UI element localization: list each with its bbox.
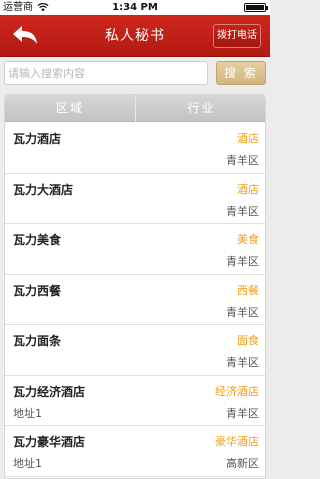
tab-region[interactable]: 区域 [5,95,135,122]
filter-tabs: 区域 行业 [5,95,265,122]
search-button[interactable]: 搜 索 [216,61,266,85]
item-category: 豪华酒店 [215,435,259,448]
item-name: 瓦力大酒店 [13,182,74,197]
list-item[interactable]: 瓦力豪华酒店 豪华酒店 地址1 高新区 [5,426,265,477]
item-category: 经济酒店 [215,384,259,398]
list-item[interactable]: 瓦力西餐 西餐 青羊区 [5,275,265,325]
item-category: 酒店 [237,132,259,145]
item-address: 地址1 [13,406,42,420]
list-item[interactable]: 瓦力经济酒店 经济酒店 地址1 青羊区 [5,376,265,426]
list-item[interactable]: 瓦力大酒店 酒店 青羊区 [5,174,265,224]
page-title: 私人秘书 [105,28,165,44]
item-district: 青羊区 [226,356,259,369]
item-category: 美食 [237,233,259,246]
item-district: 青羊区 [226,305,259,319]
call-button[interactable]: 拨打电话 [213,24,261,48]
item-district: 青羊区 [226,154,259,167]
results-card: 区域 行业 瓦力酒店 酒店 青羊区 瓦力大酒店 酒店 青羊区 瓦力美食 美食 青… [4,94,266,479]
item-category: 西餐 [237,283,259,297]
results-list: 瓦力酒店 酒店 青羊区 瓦力大酒店 酒店 青羊区 瓦力美食 美食 青羊区 瓦力西… [5,123,265,477]
item-district: 高新区 [226,457,259,470]
search-input[interactable] [4,61,208,85]
item-name: 瓦力美食 [13,233,62,247]
nav-bar: 私人秘书 拨打电话 [0,15,270,57]
back-arrow-icon[interactable] [11,24,39,48]
item-name: 瓦力西餐 [13,283,62,298]
item-address: 地址1 [13,457,42,470]
list-item[interactable]: 瓦力酒店 酒店 青羊区 [5,123,265,174]
list-item[interactable]: 瓦力美食 美食 青羊区 [5,224,265,275]
item-name: 瓦力酒店 [13,132,62,146]
battery-icon [244,3,268,12]
item-category: 酒店 [237,182,259,196]
item-name: 瓦力豪华酒店 [13,435,86,449]
item-category: 面食 [237,334,259,347]
list-item[interactable]: 瓦力面条 面食 青羊区 [5,325,265,376]
item-name: 瓦力经济酒店 [13,384,86,399]
item-name: 瓦力面条 [13,334,62,348]
tab-industry[interactable]: 行业 [136,95,265,122]
search-bar: 搜 索 [0,58,270,90]
item-district: 青羊区 [226,406,259,420]
item-district: 青羊区 [226,204,259,218]
item-district: 青羊区 [226,255,259,268]
status-time: 1:34 PM [112,2,158,13]
status-bar: 运营商 1:34 PM [0,0,270,15]
